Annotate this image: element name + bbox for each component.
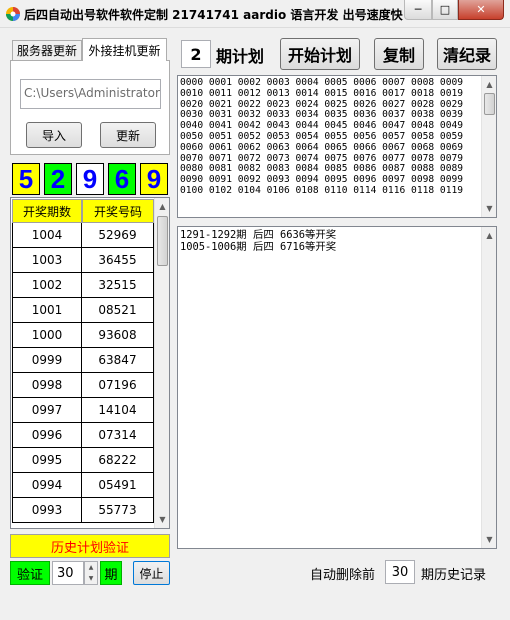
update-button[interactable]: 更新 bbox=[100, 122, 156, 148]
period-cell: 1003 bbox=[12, 248, 82, 273]
verify-label: 验证 bbox=[10, 561, 50, 585]
verify-periods-input[interactable]: 30 bbox=[52, 561, 84, 585]
copy-button[interactable]: 复制 bbox=[374, 38, 424, 70]
number-cell: 93608 bbox=[82, 323, 154, 348]
table-row[interactable]: 1002 32515 bbox=[12, 273, 154, 298]
result-line: 1291-1292期 后四 6636等开奖 bbox=[180, 229, 337, 241]
plan-count-input[interactable]: 2 bbox=[181, 40, 211, 68]
grid-scrollbar[interactable]: ▲ ▼ bbox=[481, 76, 496, 217]
stop-button[interactable]: 停止 bbox=[133, 561, 170, 585]
number-cell: 05491 bbox=[82, 473, 154, 498]
number-grid-line: 0060 0061 0062 0063 0064 0065 0066 0067 … bbox=[180, 141, 464, 153]
latest-digit-4: 6 bbox=[108, 163, 136, 195]
tab-external-update[interactable]: 外接挂机更新 bbox=[82, 38, 167, 61]
spin-up-icon[interactable]: ▲ bbox=[85, 562, 97, 573]
scroll-down-arrow-icon[interactable]: ▼ bbox=[482, 200, 497, 217]
table-row[interactable]: 1000 93608 bbox=[12, 323, 154, 348]
minimize-button[interactable]: ─ bbox=[404, 0, 432, 20]
scroll-thumb[interactable] bbox=[157, 216, 168, 266]
period-cell: 1000 bbox=[12, 323, 82, 348]
period-cell: 0993 bbox=[12, 498, 82, 523]
table-rows: 1004 52969 1003 36455 1002 32515 1001 08521 1000… bbox=[12, 223, 154, 523]
plan-results-textbox[interactable] bbox=[177, 226, 497, 549]
number-grid-text: 0000 0001 0002 0003 0004 0005 0006 0007 … bbox=[180, 77, 477, 197]
period-cell: 1001 bbox=[12, 298, 82, 323]
number-cell: 55773 bbox=[82, 498, 154, 523]
clear-records-button[interactable]: 清纪录 bbox=[437, 38, 497, 70]
header-number[interactable]: 开奖号码 bbox=[82, 199, 154, 223]
period-cell: 0999 bbox=[12, 348, 82, 373]
plan-results-text: 1291-1292期 后四 6636等开奖 1005-1006期 后四 6716等… bbox=[180, 229, 336, 253]
latest-digit-2: 2 bbox=[44, 163, 72, 195]
scroll-down-arrow-icon[interactable]: ▼ bbox=[155, 511, 170, 528]
history-records-label: 期历史记录 bbox=[421, 568, 487, 583]
table-row[interactable]: 0993 55773 bbox=[12, 498, 154, 523]
period-cell: 1004 bbox=[12, 223, 82, 248]
table-scrollbar[interactable]: ▲ ▼ bbox=[154, 198, 169, 528]
scroll-up-arrow-icon[interactable]: ▲ bbox=[482, 76, 497, 93]
period-cell: 0997 bbox=[12, 398, 82, 423]
number-cell: 07196 bbox=[82, 373, 154, 398]
tab-server-update[interactable]: 服务器更新 bbox=[12, 40, 82, 60]
path-input[interactable]: C:\Users\Administrator\ bbox=[20, 79, 161, 109]
table-row[interactable]: 0995 68222 bbox=[12, 448, 154, 473]
table-row[interactable]: 1004 52969 bbox=[12, 223, 154, 248]
latest-digit-1: 5 bbox=[12, 163, 40, 195]
plan-label: 期计划 bbox=[216, 47, 265, 66]
period-cell: 0996 bbox=[12, 423, 82, 448]
table-row[interactable]: 0996 07314 bbox=[12, 423, 154, 448]
number-cell: 52969 bbox=[82, 223, 154, 248]
spin-down-icon[interactable]: ▼ bbox=[85, 573, 97, 584]
header-period[interactable]: 开奖期数 bbox=[12, 199, 82, 223]
window-title: 后四自动出号软件软件定制 21741741 aardio 语言开发 出号速度快 … bbox=[24, 8, 404, 22]
table-row[interactable]: 0994 05491 bbox=[12, 473, 154, 498]
result-line: 1005-1006期 后四 6716等开奖 bbox=[180, 241, 337, 253]
number-cell: 36455 bbox=[82, 248, 154, 273]
table-row[interactable]: 0997 14104 bbox=[12, 398, 154, 423]
auto-delete-label: 自动删除前 bbox=[310, 568, 376, 583]
scroll-down-arrow-icon[interactable]: ▼ bbox=[482, 531, 497, 548]
number-grid-line: 0010 0011 0012 0013 0014 0015 0016 0017 … bbox=[180, 87, 464, 99]
import-button[interactable]: 导入 bbox=[26, 122, 82, 148]
period-cell: 1002 bbox=[12, 273, 82, 298]
number-cell: 07314 bbox=[82, 423, 154, 448]
period-cell: 0995 bbox=[12, 448, 82, 473]
scroll-up-arrow-icon[interactable]: ▲ bbox=[482, 227, 497, 244]
period-cell: 0994 bbox=[12, 473, 82, 498]
close-button[interactable]: ✕ bbox=[458, 0, 504, 20]
number-cell: 32515 bbox=[82, 273, 154, 298]
latest-digit-3: 9 bbox=[76, 163, 104, 195]
latest-digit-5: 9 bbox=[140, 163, 168, 195]
table-row[interactable]: 1001 08521 bbox=[12, 298, 154, 323]
number-cell: 68222 bbox=[82, 448, 154, 473]
maximize-button[interactable]: □ bbox=[432, 0, 458, 20]
results-scrollbar[interactable]: ▲ ▼ bbox=[481, 227, 496, 548]
table-row[interactable]: 1003 36455 bbox=[12, 248, 154, 273]
start-plan-button[interactable]: 开始计划 bbox=[280, 38, 360, 70]
number-cell: 08521 bbox=[82, 298, 154, 323]
table-row[interactable]: 0998 07196 bbox=[12, 373, 154, 398]
period-cell: 0998 bbox=[12, 373, 82, 398]
table-header: 开奖期数 开奖号码 bbox=[12, 199, 154, 223]
auto-delete-periods-input[interactable]: 30 bbox=[385, 560, 415, 584]
history-verify-label[interactable]: 历史计划验证 bbox=[10, 534, 170, 558]
number-cell: 14104 bbox=[82, 398, 154, 423]
number-grid-line: 0100 0102 0104 0106 0108 0110 0114 0116 … bbox=[180, 184, 464, 196]
scroll-up-arrow-icon[interactable]: ▲ bbox=[155, 198, 170, 215]
number-cell: 63847 bbox=[82, 348, 154, 373]
verify-spinner[interactable]: ▲ ▼ bbox=[84, 561, 98, 585]
scroll-thumb[interactable] bbox=[484, 93, 495, 115]
period-unit-label: 期 bbox=[100, 561, 122, 585]
app-icon bbox=[6, 7, 20, 21]
table-row[interactable]: 0999 63847 bbox=[12, 348, 154, 373]
